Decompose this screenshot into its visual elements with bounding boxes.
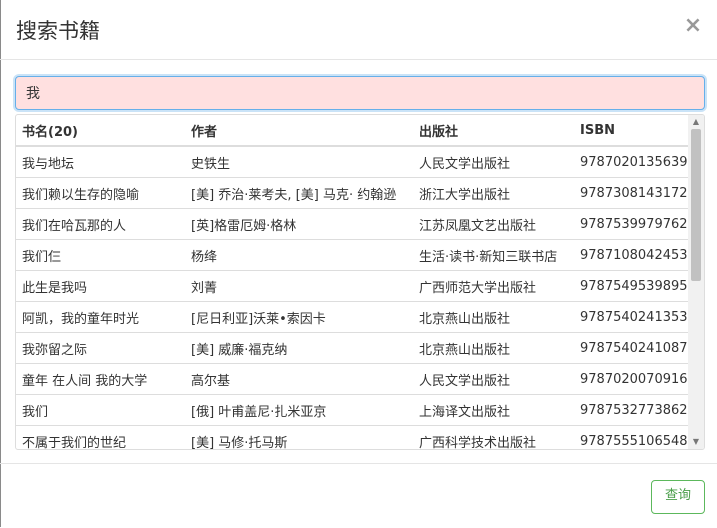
- cell-author: 刘菁: [185, 270, 413, 302]
- cell-author: [美] 乔治·莱考夫, [美] 马克· 约翰逊: [185, 177, 413, 209]
- cell-author: [尼日利亚]沃莱•索因卡: [185, 301, 413, 333]
- modal-footer: 查询: [0, 463, 717, 528]
- search-input[interactable]: [15, 76, 705, 110]
- table-row[interactable]: 此生是我吗 刘菁 广西师范大学出版社 9787549539895: [16, 270, 690, 302]
- cell-publisher: 人民文学出版社: [413, 363, 574, 395]
- cell-isbn: 9787108042453: [574, 239, 690, 271]
- cell-author: [俄] 叶甫盖尼·扎米亚京: [185, 394, 413, 426]
- cell-title: 我们赖以生存的隐喻: [16, 177, 185, 209]
- cell-isbn: 9787308143172: [574, 177, 690, 209]
- cell-author: 高尔基: [185, 363, 413, 395]
- cell-author: [英]格雷厄姆·格林: [185, 208, 413, 240]
- table-row[interactable]: 童年 在人间 我的大学 高尔基 人民文学出版社 9787020070916: [16, 363, 690, 395]
- results-table-container[interactable]: 书名(20) 作者 出版社 ISBN 我与地坛 史铁生 人民文学出版社 9787…: [15, 114, 705, 450]
- cell-author: [美] 威廉·福克纳: [185, 332, 413, 364]
- cell-publisher: 生活·读书·新知三联书店: [413, 239, 574, 271]
- scrollbar-thumb[interactable]: [691, 129, 701, 281]
- modal-header: 搜索书籍 ×: [0, 0, 717, 60]
- table-row[interactable]: 阿凯，我的童年时光 [尼日利亚]沃莱•索因卡 北京燕山出版社 978754024…: [16, 301, 690, 333]
- cell-author: 杨绛: [185, 239, 413, 271]
- modal-left-edge: [0, 0, 1, 527]
- table-row[interactable]: 我们 [俄] 叶甫盖尼·扎米亚京 上海译文出版社 9787532773862: [16, 394, 690, 426]
- cell-publisher: 广西师范大学出版社: [413, 270, 574, 302]
- table-row[interactable]: 我们赖以生存的隐喻 [美] 乔治·莱考夫, [美] 马克· 约翰逊 浙江大学出版…: [16, 177, 690, 209]
- table-row[interactable]: 我与地坛 史铁生 人民文学出版社 9787020135639: [16, 146, 690, 178]
- table-row[interactable]: 我们在哈瓦那的人 [英]格雷厄姆·格林 江苏凤凰文艺出版社 9787539979…: [16, 208, 690, 240]
- cell-isbn: 9787539979762: [574, 208, 690, 240]
- cell-isbn: 9787540241087: [574, 332, 690, 364]
- cell-isbn: 9787020135639: [574, 146, 690, 178]
- cell-author: 史铁生: [185, 146, 413, 178]
- cell-title: 我们仨: [16, 239, 185, 271]
- results-table: 书名(20) 作者 出版社 ISBN 我与地坛 史铁生 人民文学出版社 9787…: [16, 115, 690, 449]
- cell-publisher: 广西科学技术出版社: [413, 425, 574, 449]
- cell-isbn: 9787555106548: [574, 425, 690, 449]
- cell-title: 我与地坛: [16, 146, 185, 178]
- cell-title: 我们在哈瓦那的人: [16, 208, 185, 240]
- close-icon[interactable]: ×: [683, 14, 703, 38]
- cell-isbn: 9787549539895: [574, 270, 690, 302]
- cell-publisher: 江苏凤凰文艺出版社: [413, 208, 574, 240]
- scroll-down-arrow-icon[interactable]: ▼: [688, 435, 704, 449]
- cell-isbn: 9787540241353: [574, 301, 690, 333]
- scroll-up-arrow-icon[interactable]: ▲: [688, 115, 704, 129]
- cell-publisher: 上海译文出版社: [413, 394, 574, 426]
- cell-publisher: 北京燕山出版社: [413, 332, 574, 364]
- column-header-title[interactable]: 书名(20): [16, 115, 185, 147]
- cell-title: 此生是我吗: [16, 270, 185, 302]
- cell-isbn: 9787532773862: [574, 394, 690, 426]
- table-row[interactable]: 我们仨 杨绛 生活·读书·新知三联书店 9787108042453: [16, 239, 690, 271]
- vertical-scrollbar[interactable]: ▲ ▼: [688, 115, 704, 449]
- query-button[interactable]: 查询: [651, 480, 705, 514]
- cell-title: 童年 在人间 我的大学: [16, 363, 185, 395]
- cell-title: 我弥留之际: [16, 332, 185, 364]
- column-header-author[interactable]: 作者: [185, 115, 413, 147]
- cell-title: 我们: [16, 394, 185, 426]
- cell-isbn: 9787020070916: [574, 363, 690, 395]
- cell-publisher: 人民文学出版社: [413, 146, 574, 178]
- table-row[interactable]: 我弥留之际 [美] 威廉·福克纳 北京燕山出版社 9787540241087: [16, 332, 690, 364]
- cell-publisher: 北京燕山出版社: [413, 301, 574, 333]
- table-row[interactable]: 不属于我们的世纪 [美] 马修·托马斯 广西科学技术出版社 9787555106…: [16, 425, 690, 449]
- column-header-publisher[interactable]: 出版社: [413, 115, 574, 147]
- table-header-row: 书名(20) 作者 出版社 ISBN: [16, 115, 690, 147]
- cell-title: 不属于我们的世纪: [16, 425, 185, 449]
- dialog-title: 搜索书籍: [16, 19, 100, 43]
- search-field-wrapper: [15, 76, 705, 110]
- column-header-isbn[interactable]: ISBN: [574, 115, 690, 147]
- cell-author: [美] 马修·托马斯: [185, 425, 413, 449]
- cell-publisher: 浙江大学出版社: [413, 177, 574, 209]
- cell-title: 阿凯，我的童年时光: [16, 301, 185, 333]
